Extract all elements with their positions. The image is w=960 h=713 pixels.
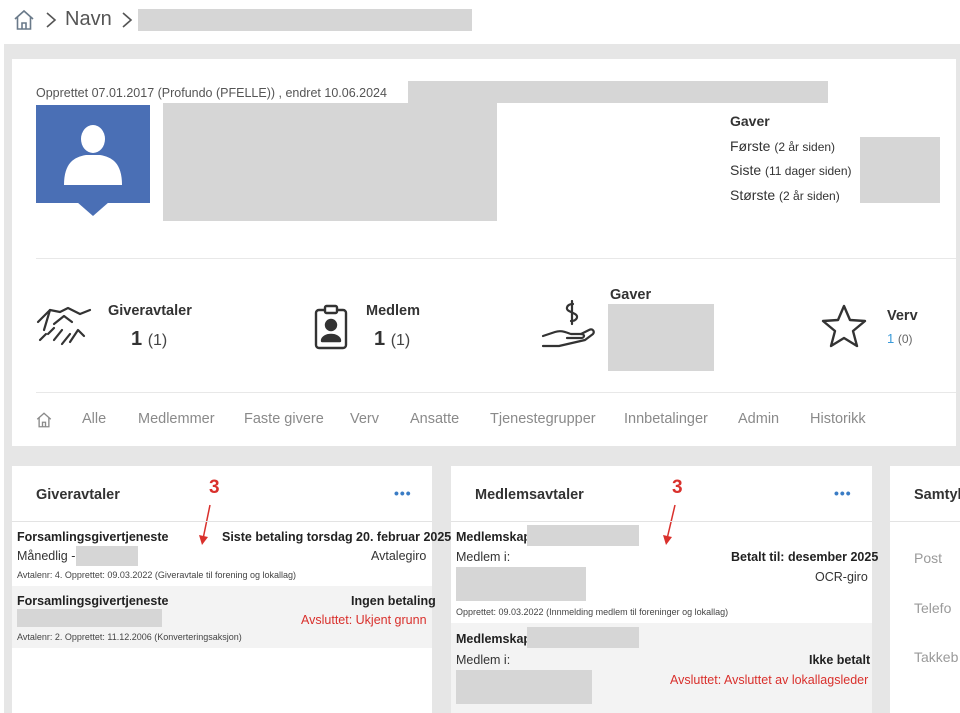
tab-alle[interactable]: Alle xyxy=(82,411,106,427)
medlemsavtale-meta: Opprettet: 09.03.2022 (Innmelding medlem… xyxy=(456,607,729,617)
redacted-membership xyxy=(527,627,639,648)
medlemsavtale-method: OCR-giro xyxy=(815,570,868,584)
stat-giveravtaler-total: (1) xyxy=(147,332,168,349)
tab-verv[interactable]: Verv xyxy=(350,411,379,427)
stat-medlem-value[interactable]: 1 (1) xyxy=(374,328,410,351)
tab-medlemmer[interactable]: Medlemmer xyxy=(138,411,215,427)
giveravtaler-more-icon[interactable]: ••• xyxy=(394,485,412,501)
tab-historikk[interactable]: Historikk xyxy=(810,411,866,427)
annotation-arrow-icon xyxy=(199,504,211,545)
tab-tjenestegrupper[interactable]: Tjenestegrupper xyxy=(490,411,596,427)
giveravtale-status: Siste betaling torsdag 20. februar 2025 xyxy=(222,530,452,544)
giveravtale-frequency: Månedlig - xyxy=(17,549,76,563)
stat-verv-value[interactable]: 1 (0) xyxy=(887,331,913,346)
medlemsavtale-name: Medlemskap xyxy=(456,530,532,544)
samtykke-item-telefon[interactable]: Telefo xyxy=(914,600,951,616)
redacted-gift-values xyxy=(860,137,940,203)
stat-giveravtaler-value[interactable]: 1 (1) xyxy=(131,328,167,351)
person-icon xyxy=(64,125,122,185)
breadcrumb-name[interactable]: Navn xyxy=(65,8,112,31)
stat-medlem-title: Medlem xyxy=(366,303,420,319)
tab-faste-givere[interactable]: Faste givere xyxy=(244,411,324,427)
gift-largest-hint: (2 år siden) xyxy=(779,189,840,203)
tab-admin[interactable]: Admin xyxy=(738,411,779,427)
giveravtale-name: Forsamlingsgivertjeneste xyxy=(17,594,169,608)
redacted-info xyxy=(408,81,828,103)
card-separator xyxy=(890,521,960,522)
annotation-arrow-icon xyxy=(663,504,676,545)
gift-last: Siste (11 dager siden) xyxy=(730,162,852,178)
redacted-gift-total xyxy=(608,304,714,371)
redacted-membership xyxy=(527,525,639,546)
giveravtale-end-reason: Avsluttet: Ukjent grunn xyxy=(301,613,427,627)
chevron-right-icon xyxy=(122,12,133,28)
giveravtale-meta: Avtalenr: 4. Opprettet: 09.03.2022 (Give… xyxy=(17,570,296,580)
created-info: Opprettet 07.01.2017 (Profundo (PFELLE))… xyxy=(36,86,387,100)
gift-largest-label: Største xyxy=(730,187,776,203)
medlemsavtale-member-in: Medlem i: xyxy=(456,550,511,564)
stat-verv-title: Verv xyxy=(887,308,918,324)
redacted-name xyxy=(138,9,472,31)
stat-medlem-total: (1) xyxy=(390,332,411,349)
samtykke-item-post[interactable]: Post xyxy=(914,550,942,566)
money-hand-icon xyxy=(541,300,595,348)
samtykke-card xyxy=(890,466,960,713)
divider xyxy=(36,258,956,259)
card-separator xyxy=(12,521,432,522)
samtykke-title: Samtyk xyxy=(914,487,960,503)
gift-last-label: Siste xyxy=(730,162,762,178)
medlemsavtale-name: Medlemskap xyxy=(456,632,532,646)
gift-largest: Største (2 år siden) xyxy=(730,187,840,203)
divider xyxy=(36,392,956,393)
breadcrumb: Navn xyxy=(0,0,960,40)
giveravtale-status: Ingen betaling xyxy=(351,594,436,608)
stat-medlem-count: 1 xyxy=(374,328,386,350)
stat-giveravtaler-title: Giveravtaler xyxy=(108,303,192,319)
stat-gaver-title: Gaver xyxy=(610,287,652,303)
annotation-number: 3 xyxy=(209,477,220,498)
member-badge-icon xyxy=(314,304,348,350)
star-icon xyxy=(821,304,867,348)
medlemsavtaler-more-icon[interactable]: ••• xyxy=(834,485,852,501)
stat-verv-count: 1 xyxy=(887,331,895,346)
medlemsavtale-end-reason: Avsluttet: Avsluttet av lokallagsleder xyxy=(670,673,869,687)
gift-first: Første (2 år siden) xyxy=(730,138,835,154)
gift-first-hint: (2 år siden) xyxy=(774,140,836,154)
gift-last-hint: (11 dager siden) xyxy=(765,164,852,178)
medlemsavtaler-title: Medlemsavtaler xyxy=(475,487,584,503)
stat-giveravtaler-count: 1 xyxy=(131,328,143,350)
giveravtale-method: Avtalegiro xyxy=(371,549,427,563)
giveravtale-name: Forsamlingsgivertjeneste xyxy=(17,530,169,544)
redacted-organization xyxy=(456,567,586,601)
redacted-amount xyxy=(17,609,162,627)
redacted-amount xyxy=(76,546,138,566)
chevron-right-icon xyxy=(46,12,57,28)
tab-home-icon[interactable] xyxy=(35,411,53,429)
tab-ansatte[interactable]: Ansatte xyxy=(410,411,459,427)
gift-first-label: Første xyxy=(730,138,771,154)
stat-verv-total: (0) xyxy=(897,332,913,346)
avatar-pointer xyxy=(77,202,109,216)
medlemsavtale-paid: Betalt til: desember 2025 xyxy=(731,550,879,564)
medlemsavtale-paid: Ikke betalt xyxy=(809,653,871,667)
redacted-profile xyxy=(163,103,497,221)
card-separator xyxy=(451,521,872,522)
medlemsavtale-member-in: Medlem i: xyxy=(456,653,511,667)
samtykke-item-takkebrev[interactable]: Takkeb xyxy=(914,649,958,665)
tab-innbetalinger[interactable]: Innbetalinger xyxy=(624,411,708,427)
avatar[interactable] xyxy=(36,105,150,203)
gifts-summary-title: Gaver xyxy=(730,113,770,129)
redacted-organization xyxy=(456,670,592,704)
giveravtaler-title: Giveravtaler xyxy=(36,487,120,503)
giveravtale-meta: Avtalenr: 2. Opprettet: 11.12.2006 (Konv… xyxy=(17,632,242,642)
annotation-number: 3 xyxy=(672,477,683,498)
handshake-icon xyxy=(36,306,92,346)
home-icon[interactable] xyxy=(12,8,36,32)
